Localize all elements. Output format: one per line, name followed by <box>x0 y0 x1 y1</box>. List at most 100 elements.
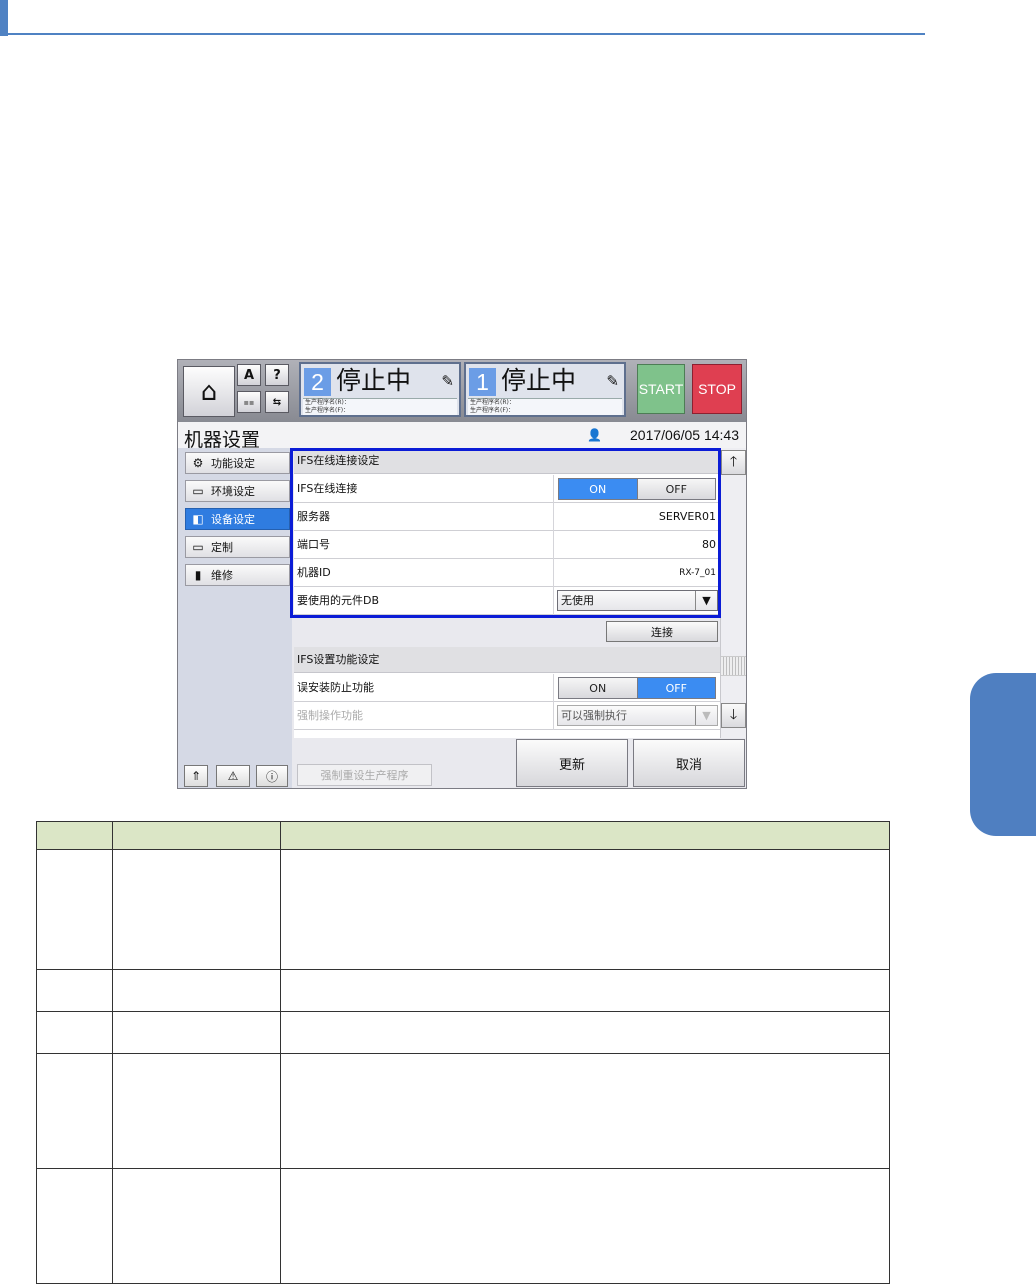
row-divider <box>553 475 554 503</box>
stop-button[interactable]: STOP <box>692 364 742 414</box>
operator-button[interactable]: ▪▪ <box>237 391 261 413</box>
row-divider <box>553 531 554 559</box>
machine-id-value[interactable]: RX-7_01 <box>679 559 716 587</box>
table-cell <box>36 849 113 970</box>
table-cell <box>280 849 890 970</box>
table-header-row <box>36 821 890 850</box>
program-name-f: 生产程序名(F)： <box>470 407 515 414</box>
table-cell <box>280 1168 890 1284</box>
sidebar-item-device[interactable]: ◧ 设备设定 <box>185 508 290 530</box>
production-program-icon: ✎ <box>606 372 619 390</box>
warning-button[interactable]: ⚠ <box>216 765 250 787</box>
hmi-header: ⌂ A ? ▪▪ ⇆ 2 停止中 ✎ 生产程序名(R)： 生产程序名(F)： 1… <box>178 360 746 422</box>
sidebar-item-function[interactable]: ⚙ 功能设定 <box>185 452 290 474</box>
hmi-footer: 强制重设生产程序 更新 取消 <box>292 738 746 788</box>
table-row <box>36 969 890 1012</box>
row-force-operation: 强制操作功能 可以强制执行 ▼ <box>294 702 720 730</box>
row-port[interactable]: 端口号 80 <box>294 531 720 559</box>
device-settings-icon: ◧ <box>192 512 204 526</box>
sidebar-item-custom[interactable]: ▭ 定制 <box>185 536 290 558</box>
scroll-thumb[interactable] <box>721 656 746 676</box>
sidebar: ⚙ 功能设定 ▭ 环境设定 ◧ 设备设定 ▭ 定制 ▮ 维修 ⇑ ⚠ ⓘ <box>178 448 292 788</box>
toggle-on[interactable]: ON <box>559 479 637 499</box>
description-table <box>36 821 890 1284</box>
top-bar-rule <box>8 33 925 35</box>
table-row <box>36 1168 890 1284</box>
section-ifs-function: IFS设置功能设定 <box>294 647 720 673</box>
force-reset-program-button: 强制重设生产程序 <box>297 764 432 786</box>
row-label: 要使用的元件DB <box>297 594 380 607</box>
sidebar-item-environment[interactable]: ▭ 环境设定 <box>185 480 290 502</box>
scroll-down-button[interactable]: 🡓 <box>721 703 746 728</box>
program-name-f: 生产程序名(F)： <box>305 407 350 414</box>
table-cell <box>112 1053 281 1169</box>
network-button[interactable]: ⇆ <box>265 391 289 413</box>
lane-status-2[interactable]: 2 停止中 ✎ 生产程序名(R)： 生产程序名(F)： <box>299 362 461 417</box>
environment-settings-icon: ▭ <box>192 484 204 498</box>
lock-a-button[interactable]: A <box>237 364 261 386</box>
row-component-db: 要使用的元件DB 无使用 ▼ <box>294 587 720 615</box>
ifs-online-toggle[interactable]: ON OFF <box>558 478 716 500</box>
lane-state: 停止中 <box>501 366 577 395</box>
table-row <box>36 849 890 970</box>
cancel-button[interactable]: 取消 <box>633 739 745 787</box>
row-divider <box>553 559 554 587</box>
server-value[interactable]: SERVER01 <box>659 503 716 531</box>
home-button[interactable]: ⌂ <box>183 366 235 417</box>
title-row: 机器设置 👤 2017/06/05 14:43 <box>178 422 746 451</box>
row-label: 机器ID <box>297 566 331 579</box>
production-program-icon: ✎ <box>441 372 454 390</box>
collapse-button[interactable]: ⇑ <box>184 765 208 787</box>
table-cell <box>36 969 113 1012</box>
table-cell <box>36 1011 113 1054</box>
header-cell <box>112 821 281 850</box>
table-cell <box>36 1168 113 1284</box>
warning-icon: ⚠ <box>227 769 239 783</box>
misinstall-toggle[interactable]: ON OFF <box>558 677 716 699</box>
lock-a-icon: A <box>243 367 255 383</box>
program-name-r: 生产程序名(R)： <box>305 399 350 406</box>
toggle-off[interactable]: OFF <box>636 479 715 499</box>
settings-panel: IFS在线连接设定 IFS在线连接 ON OFF 服务器 SERVER01 端口… <box>294 448 720 738</box>
arrow-up-icon: 🡑 <box>729 453 738 470</box>
sidebar-item-maintenance[interactable]: ▮ 维修 <box>185 564 290 586</box>
program-names: 生产程序名(R)： 生产程序名(F)： <box>468 398 622 415</box>
header-cell <box>36 821 113 850</box>
chapter-tab <box>970 673 1036 836</box>
connect-button[interactable]: 连接 <box>606 621 718 642</box>
triangle-down-icon: ▼ <box>695 706 717 725</box>
port-value[interactable]: 80 <box>702 531 716 559</box>
row-divider <box>553 587 554 615</box>
toggle-off[interactable]: OFF <box>636 678 715 698</box>
custom-icon: ▭ <box>192 540 204 554</box>
row-divider <box>553 702 554 730</box>
sidebar-item-label: 环境设定 <box>211 485 255 498</box>
top-bar <box>0 0 925 36</box>
select-value: 无使用 <box>561 594 594 607</box>
operator-icon: ▪▪ <box>243 397 255 407</box>
scrollbar[interactable]: 🡑 🡓 <box>720 448 746 738</box>
help-button[interactable]: ? <box>265 364 289 386</box>
table-row <box>36 1011 890 1054</box>
row-server[interactable]: 服务器 SERVER01 <box>294 503 720 531</box>
network-icon: ⇆ <box>272 396 282 408</box>
row-divider <box>553 503 554 531</box>
table-cell <box>112 849 281 970</box>
lane-status-1[interactable]: 1 停止中 ✎ 生产程序名(R)： 生产程序名(F)： <box>464 362 626 417</box>
table-cell <box>112 1168 281 1284</box>
sidebar-item-label: 功能设定 <box>211 457 255 470</box>
triangle-down-icon[interactable]: ▼ <box>695 591 717 610</box>
scroll-up-button[interactable]: 🡑 <box>721 450 746 475</box>
info-button[interactable]: ⓘ <box>256 765 288 787</box>
top-bar-marker <box>0 0 8 36</box>
update-button[interactable]: 更新 <box>516 739 628 787</box>
table-cell <box>112 969 281 1012</box>
toggle-on[interactable]: ON <box>559 678 637 698</box>
lane-number: 1 <box>469 368 496 396</box>
maintenance-icon: ▮ <box>194 568 202 582</box>
row-machine-id[interactable]: 机器ID RX-7_01 <box>294 559 720 587</box>
force-operation-select: 可以强制执行 ▼ <box>557 705 718 726</box>
start-button[interactable]: START <box>637 364 685 414</box>
component-db-select[interactable]: 无使用 ▼ <box>557 590 718 611</box>
row-divider <box>553 674 554 702</box>
